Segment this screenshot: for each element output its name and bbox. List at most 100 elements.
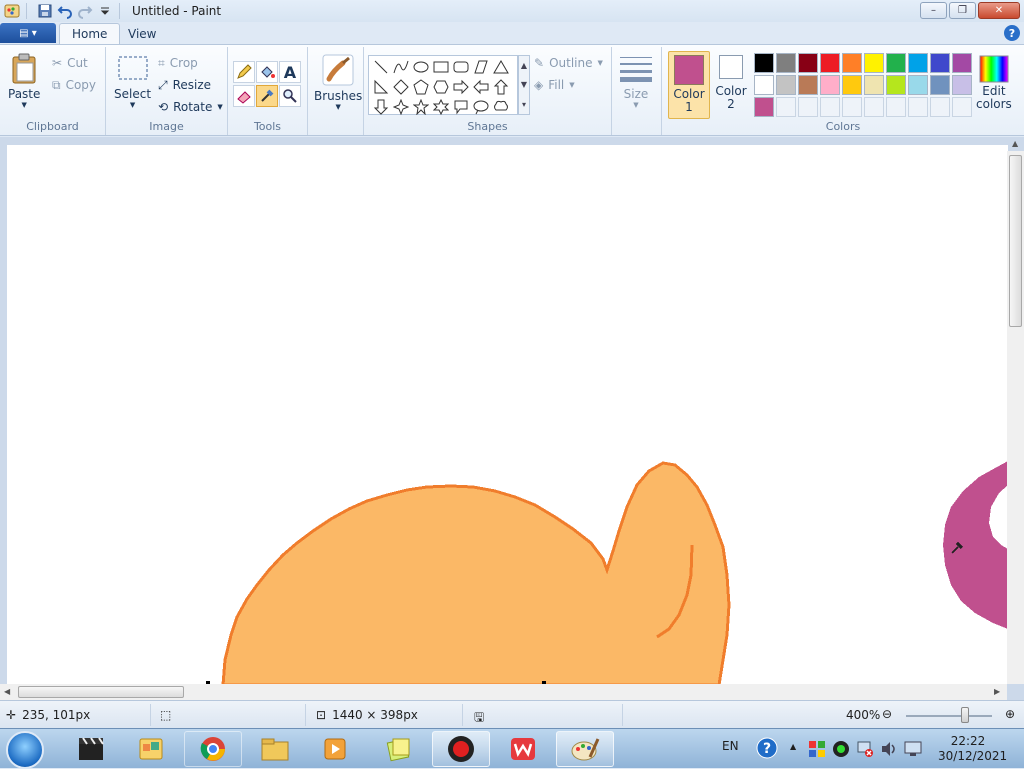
select-button[interactable]: Select ▼ [114, 55, 151, 109]
vertical-scroll-thumb[interactable] [1009, 155, 1022, 327]
right-triangle-shape[interactable] [371, 77, 391, 97]
start-button[interactable] [6, 731, 44, 769]
language-indicator[interactable]: EN [722, 739, 739, 753]
palette-swatch-empty[interactable] [820, 97, 840, 117]
palette-swatch[interactable] [820, 75, 840, 95]
fill-tool[interactable] [256, 61, 278, 83]
scroll-left-arrow-icon[interactable]: ◀ [4, 687, 10, 696]
palette-swatch-empty[interactable] [776, 97, 796, 117]
oval-callout-shape[interactable] [471, 97, 491, 117]
color2-button[interactable]: Color 2 [712, 55, 750, 110]
customize-quick-access-icon[interactable] [97, 3, 113, 19]
palette-swatch[interactable] [864, 75, 884, 95]
palette-swatch-empty[interactable] [842, 97, 862, 117]
wps-office-taskbar-icon[interactable] [494, 731, 552, 767]
up-arrow-shape[interactable] [491, 77, 511, 97]
cloud-callout-shape[interactable] [491, 97, 511, 117]
outline-button[interactable]: ✎ Outline ▼ [534, 53, 603, 73]
five-point-star-shape[interactable] [411, 97, 431, 117]
brushes-button[interactable]: Brushes ▼ [314, 53, 362, 111]
chrome-taskbar-icon[interactable] [184, 731, 242, 767]
color1-button[interactable]: Color 1 [668, 51, 710, 119]
volume-tray-icon[interactable] [880, 740, 898, 761]
six-point-star-shape[interactable] [431, 97, 451, 117]
paint-taskbar-icon[interactable] [556, 731, 614, 767]
magnifier-tool[interactable] [279, 85, 301, 107]
save-icon[interactable] [37, 3, 53, 19]
palette-swatch[interactable] [930, 53, 950, 73]
palette-swatch[interactable] [842, 75, 862, 95]
canvas-artwork[interactable] [7, 145, 1008, 684]
palette-swatch[interactable] [798, 75, 818, 95]
chevron-up-icon[interactable]: ▲ [521, 61, 527, 70]
copy-button[interactable]: ⧉ Copy [52, 75, 96, 95]
oval-shape[interactable] [411, 57, 431, 77]
drawing-canvas[interactable] [7, 145, 1008, 684]
text-tool[interactable]: A [279, 61, 301, 83]
zoom-slider-thumb[interactable] [961, 707, 969, 723]
palette-swatch[interactable] [776, 53, 796, 73]
paste-button[interactable]: Paste ▼ [8, 53, 40, 109]
undo-icon[interactable] [57, 3, 73, 19]
rounded-callout-shape[interactable] [451, 97, 471, 117]
chevron-down-icon[interactable]: ▼ [521, 80, 527, 89]
palette-swatch-empty[interactable] [952, 97, 972, 117]
diamond-shape[interactable] [391, 77, 411, 97]
size-button[interactable]: Size ▼ [620, 55, 652, 109]
fill-button[interactable]: ◈ Fill ▼ [534, 75, 575, 95]
file-menu-button[interactable]: ▤ ▾ [0, 23, 56, 43]
file-explorer-taskbar-icon[interactable] [246, 731, 304, 767]
curve-shape[interactable] [391, 57, 411, 77]
minimize-button[interactable]: – [920, 2, 947, 19]
palette-swatch-empty[interactable] [864, 97, 884, 117]
zoom-out-icon[interactable]: ⊖ [882, 707, 892, 721]
rotate-button[interactable]: ⟲ Rotate ▼ [158, 97, 223, 117]
palette-swatch[interactable] [754, 97, 774, 117]
palette-swatch-empty[interactable] [798, 97, 818, 117]
triangle-shape[interactable] [491, 57, 511, 77]
maximize-button[interactable]: ❐ [949, 2, 976, 19]
palette-swatch[interactable] [754, 53, 774, 73]
expand-gallery-icon[interactable]: ▾ [522, 100, 526, 109]
help-icon[interactable]: ? [1004, 25, 1020, 41]
eraser-tool[interactable] [233, 85, 255, 107]
pencil-tool[interactable] [233, 61, 255, 83]
network-error-tray-icon[interactable] [856, 740, 874, 761]
hexagon-shape[interactable] [431, 77, 451, 97]
resize-button[interactable]: ⤢ Resize [158, 75, 211, 95]
help-tray-icon[interactable]: ? [756, 737, 778, 762]
palette-swatch[interactable] [886, 53, 906, 73]
palette-swatch[interactable] [820, 53, 840, 73]
shapes-gallery-scroll[interactable]: ▲ ▼ ▾ [518, 55, 530, 115]
recording-status-tray-icon[interactable] [832, 740, 850, 761]
crop-button[interactable]: ⌗ Crop [158, 53, 198, 73]
cut-button[interactable]: ✂ Cut [52, 53, 88, 73]
movie-maker-taskbar-icon[interactable] [62, 731, 120, 767]
redo-icon[interactable] [77, 3, 93, 19]
screen-recorder-taskbar-icon[interactable] [432, 731, 490, 767]
paint-app-icon[interactable] [4, 3, 20, 19]
show-hidden-icons-icon[interactable]: ▲ [790, 742, 796, 751]
palette-swatch[interactable] [842, 53, 862, 73]
polygon-shape[interactable] [471, 57, 491, 77]
edit-colors-button[interactable]: Edit colors [976, 55, 1012, 110]
zoom-slider[interactable] [906, 715, 992, 717]
palette-swatch[interactable] [952, 53, 972, 73]
palette-swatch[interactable] [930, 75, 950, 95]
palette-swatch[interactable] [864, 53, 884, 73]
four-point-star-shape[interactable] [391, 97, 411, 117]
color-picker-tool[interactable] [256, 85, 278, 107]
scroll-right-arrow-icon[interactable]: ▶ [994, 687, 1000, 696]
scroll-up-arrow-icon[interactable]: ▲ [1012, 139, 1018, 148]
down-arrow-shape[interactable] [371, 97, 391, 117]
vertical-scrollbar[interactable]: ▲ [1007, 139, 1024, 684]
palette-swatch-empty[interactable] [908, 97, 928, 117]
tab-view[interactable]: View [116, 23, 168, 44]
rounded-rectangle-shape[interactable] [451, 57, 471, 77]
close-button[interactable]: ✕ [978, 2, 1020, 19]
media-player-taskbar-icon[interactable] [306, 731, 364, 767]
action-center-tray-icon[interactable] [808, 740, 826, 761]
palette-swatch[interactable] [886, 75, 906, 95]
tab-home[interactable]: Home [59, 23, 121, 44]
clock[interactable]: 22:22 30/12/2021 [938, 734, 1007, 764]
